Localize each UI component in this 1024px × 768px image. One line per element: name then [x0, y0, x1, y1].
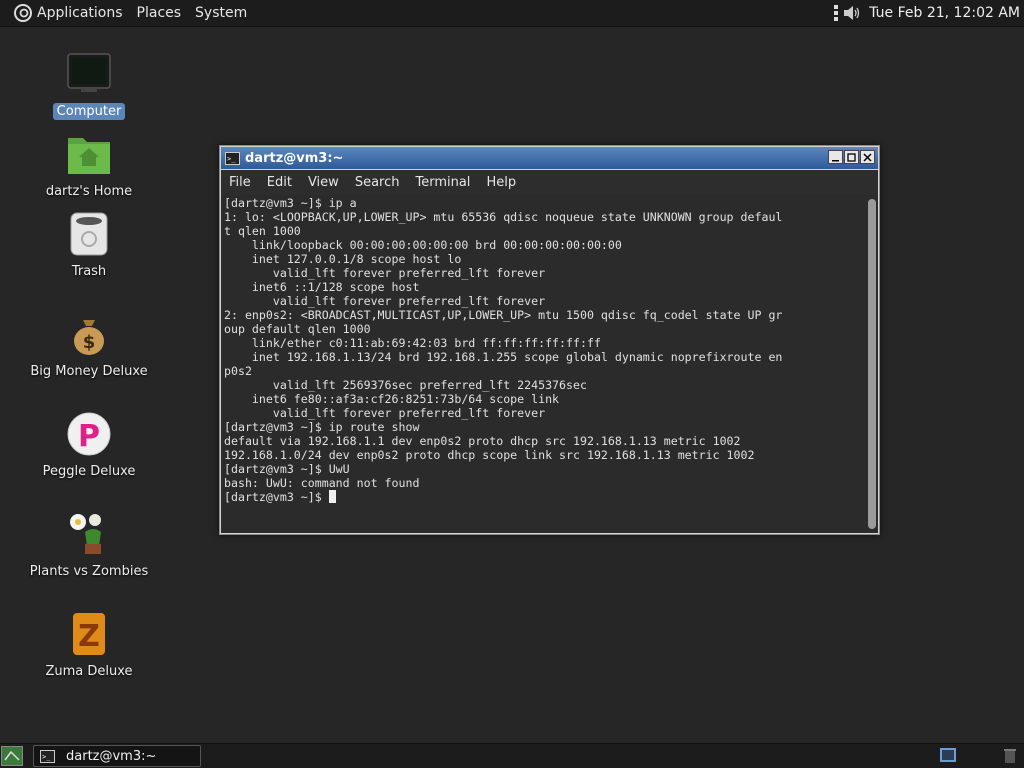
menu-file[interactable]: File — [221, 170, 259, 195]
text-cursor — [328, 490, 336, 503]
terminal-line: 1: lo: <LOOPBACK,UP,LOWER_UP> mtu 65536 … — [224, 210, 783, 224]
plants-vs-zombies-icon — [70, 514, 101, 554]
money-bag-icon: $ — [74, 320, 104, 355]
terminal-line: p0s2 — [224, 364, 252, 378]
terminal-icon: >_ — [225, 151, 240, 165]
terminal-line: inet6 fe80::af3a:cf26:8251:73b/64 scope … — [224, 392, 560, 406]
desktop-icon-big-money[interactable]: $ Big Money Deluxe — [28, 306, 150, 386]
terminal-line: default via 192.168.1.1 dev enp0s2 proto… — [224, 434, 741, 448]
menu-help[interactable]: Help — [478, 170, 524, 195]
network-icon[interactable] — [833, 4, 839, 22]
terminal-line: link/loopback 00:00:00:00:00:00 brd 00:0… — [224, 238, 622, 252]
terminal-line: inet 127.0.0.1/8 scope host lo — [224, 252, 462, 266]
clock[interactable]: Tue Feb 21, 12:02 AM — [869, 5, 1020, 21]
close-icon — [863, 152, 872, 162]
terminal-line: valid_lft forever preferred_lft forever — [224, 266, 546, 280]
terminal-line: 192.168.1.0/24 dev enp0s2 proto dhcp sco… — [224, 448, 755, 462]
zuma-icon: Z — [73, 613, 105, 655]
minimize-button[interactable] — [828, 150, 843, 164]
terminal-line: 2: enp0s2: <BROADCAST,MULTICAST,UP,LOWER… — [224, 308, 783, 322]
desktop-icon-label: Trash — [71, 264, 107, 279]
volume-icon[interactable] — [843, 5, 861, 21]
svg-text:P: P — [78, 419, 100, 454]
terminal-prompt: [dartz@vm3 ~]$ — [224, 490, 329, 504]
desktop-icon-trash[interactable]: Trash — [28, 206, 150, 286]
desktop-icon-label: Peggle Deluxe — [42, 464, 136, 479]
terminal-icon: >_ — [40, 749, 55, 763]
terminal-line: oup default qlen 1000 — [224, 322, 371, 336]
terminal-line: link/ether c0:11:ab:69:42:03 brd ff:ff:f… — [224, 336, 601, 350]
system-menu[interactable]: System — [188, 0, 254, 26]
menu-terminal[interactable]: Terminal — [407, 170, 478, 195]
desktop-icon-pvz[interactable]: Plants vs Zombies — [28, 506, 150, 586]
terminal-line: t qlen 1000 — [224, 224, 301, 238]
terminal-line: inet6 ::1/128 scope host — [224, 280, 420, 294]
desktop-icon-computer[interactable]: Computer — [28, 46, 150, 126]
terminal-line: valid_lft forever preferred_lft forever — [224, 294, 546, 308]
close-button[interactable] — [860, 150, 875, 164]
terminal-line: valid_lft forever preferred_lft forever — [224, 406, 546, 420]
desktop-icon-peggle[interactable]: P Peggle Deluxe — [28, 406, 150, 486]
applications-menu[interactable]: Applications — [0, 0, 130, 26]
top-panel: Applications Places System Tue Feb 21, 1… — [0, 0, 1024, 27]
places-menu-label: Places — [136, 5, 182, 21]
desktop-icon-label: Computer — [52, 103, 126, 120]
svg-text:$: $ — [83, 332, 96, 353]
window-controls — [828, 150, 875, 164]
menu-search[interactable]: Search — [347, 170, 408, 195]
terminal-menubar: File Edit View Search Terminal Help — [221, 170, 878, 195]
menu-view[interactable]: View — [300, 170, 347, 195]
trash-icon — [70, 212, 108, 256]
desktop-icon-zuma[interactable]: Z Zuma Deluxe — [28, 606, 150, 686]
desktop-icon-label: Zuma Deluxe — [45, 664, 133, 679]
window-titlebar[interactable]: >_ dartz@vm3:~ — [221, 147, 878, 169]
show-desktop-icon[interactable] — [1, 746, 23, 766]
terminal-output-area[interactable]: [dartz@vm3 ~]$ ip a 1: lo: <LOOPBACK,UP,L… — [221, 195, 878, 533]
svg-text:>_: >_ — [42, 753, 51, 761]
terminal-line: inet 192.168.1.13/24 brd 192.168.1.255 s… — [224, 350, 783, 364]
taskbar-button-label: dartz@vm3:~ — [66, 748, 157, 764]
panel-menus: Applications Places System — [0, 0, 254, 26]
desktop-icon-home[interactable]: dartz's Home — [28, 126, 150, 206]
maximize-button[interactable] — [844, 150, 859, 164]
bottom-panel: >_ dartz@vm3:~ — [0, 743, 1024, 768]
terminal-line: [dartz@vm3 ~]$ ip route show — [224, 420, 420, 434]
taskbar-button-terminal[interactable]: >_ dartz@vm3:~ — [33, 745, 201, 767]
terminal-line: bash: UwU: command not found — [224, 476, 420, 490]
terminal-line: [dartz@vm3 ~]$ ip a — [224, 196, 357, 210]
window-title: dartz@vm3:~ — [245, 150, 344, 166]
desktop-icon-label: dartz's Home — [45, 184, 133, 199]
desktop-icon-label: Big Money Deluxe — [30, 364, 148, 379]
terminal-window: >_ dartz@vm3:~ File Edit View Search Ter… — [219, 145, 880, 535]
terminal-prompt-line: [dartz@vm3 ~]$ — [224, 490, 782, 504]
system-tray: Tue Feb 21, 12:02 AM — [833, 0, 1020, 26]
system-menu-label: System — [195, 5, 248, 21]
peggle-icon: P — [67, 412, 111, 456]
computer-icon — [67, 53, 111, 92]
svg-text:>_: >_ — [227, 155, 236, 163]
scrollbar[interactable] — [868, 199, 876, 529]
places-menu[interactable]: Places — [130, 0, 189, 26]
scrollbar-thumb[interactable] — [868, 199, 876, 529]
minimize-icon — [832, 159, 839, 161]
applications-menu-label: Applications — [37, 5, 123, 21]
maximize-icon — [847, 152, 856, 162]
terminal-line: valid_lft 2569376sec preferred_lft 22453… — [224, 378, 587, 392]
desktop-icon-label: Plants vs Zombies — [29, 564, 149, 579]
svg-text:Z: Z — [78, 619, 100, 654]
debian-logo-icon — [14, 4, 32, 22]
workspace-switcher[interactable] — [940, 748, 956, 762]
trash-applet-icon[interactable] — [1004, 748, 1016, 764]
terminal-text: [dartz@vm3 ~]$ ip a 1: lo: <LOOPBACK,UP,L… — [224, 196, 782, 504]
home-folder-icon — [68, 138, 110, 174]
terminal-line: [dartz@vm3 ~]$ UwU — [224, 462, 350, 476]
menu-edit[interactable]: Edit — [259, 170, 300, 195]
